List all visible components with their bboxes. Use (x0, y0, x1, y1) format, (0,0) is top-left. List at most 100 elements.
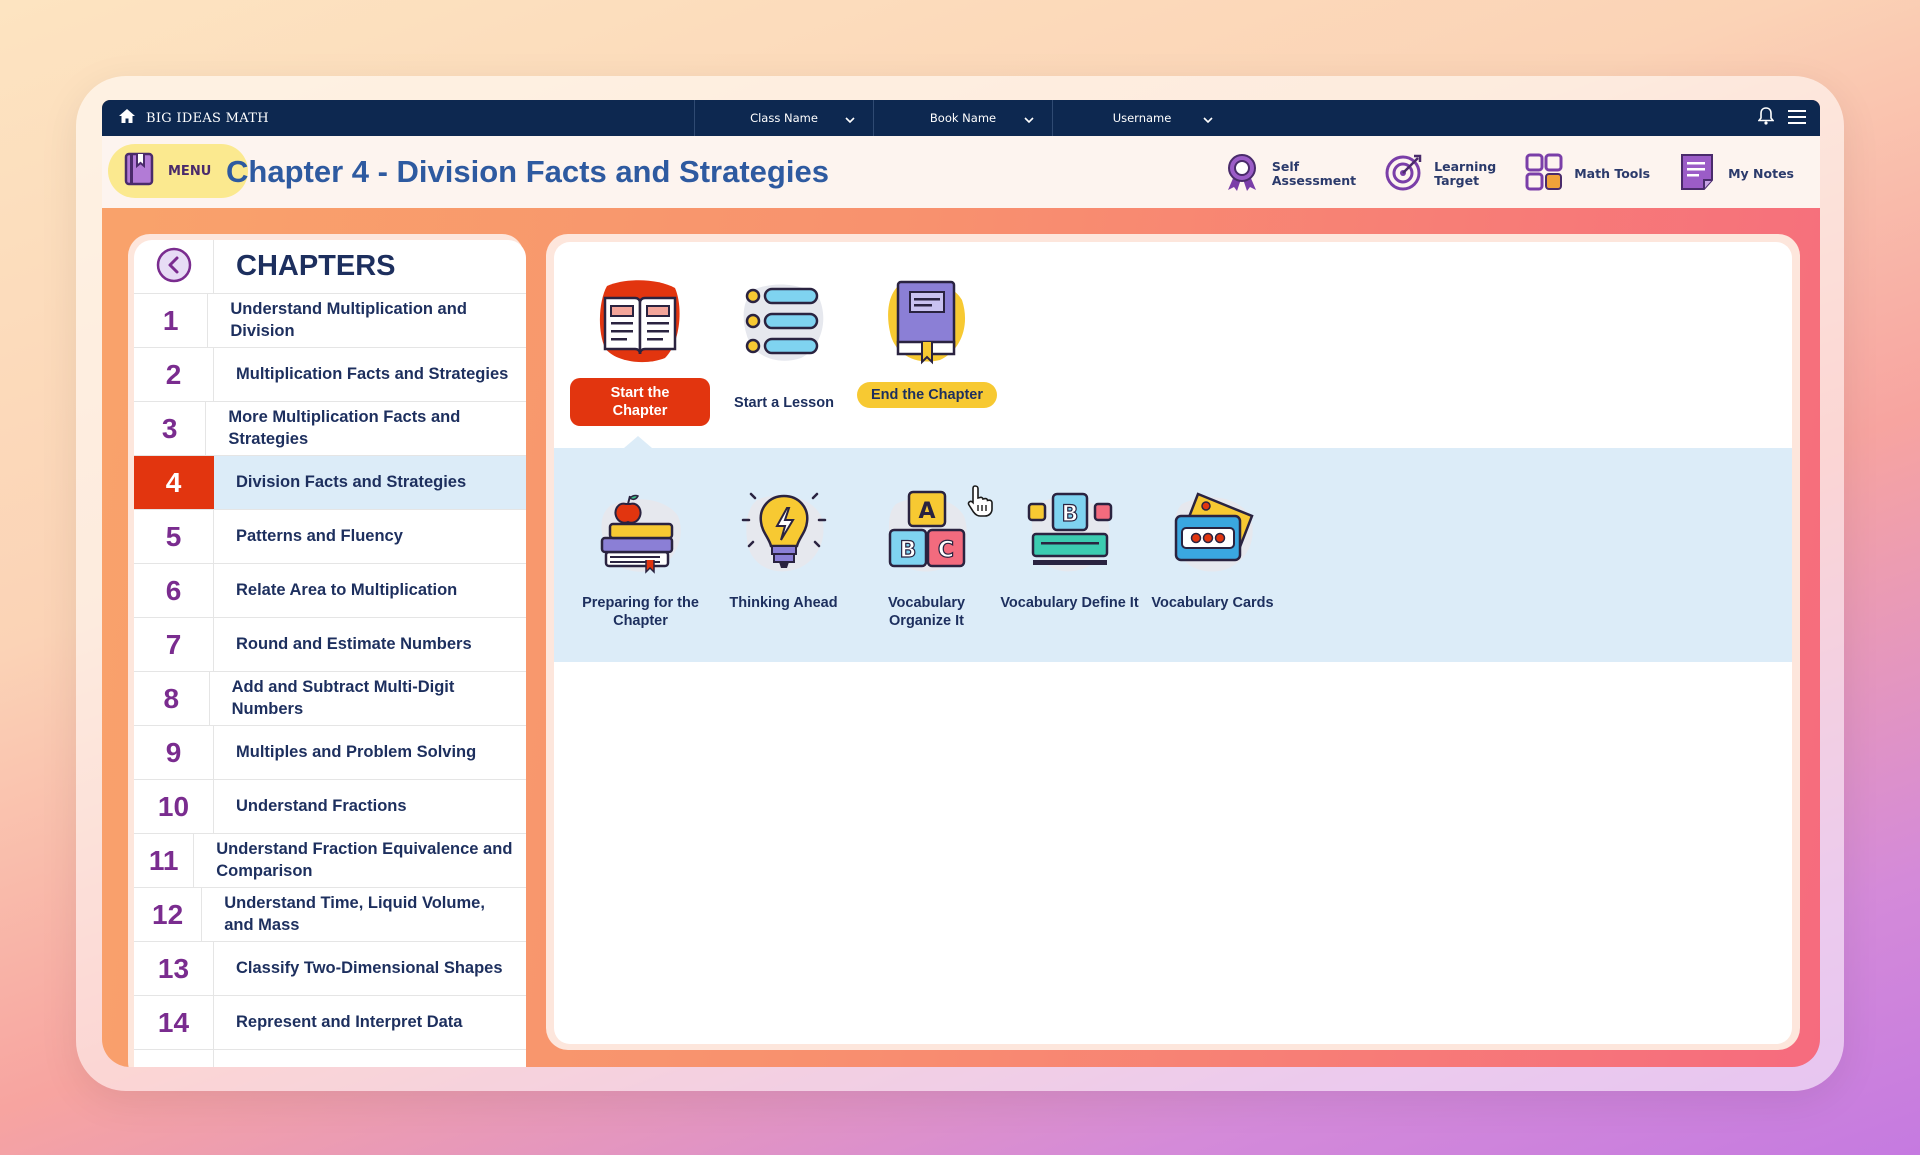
chapter-item-9[interactable]: 9 Multiples and Problem Solving (134, 726, 526, 780)
notes-icon (1678, 152, 1718, 196)
chapter-label: Represent and Interpret Data (236, 1012, 463, 1031)
chapter-label: Understand Time, Liquid Volume, and Mass (224, 894, 485, 934)
chapter-item-11[interactable]: 11 Understand Fraction Equivalence and Co… (134, 834, 526, 888)
chevron-down-icon (1203, 113, 1213, 127)
app-screen: BIG IDEAS MATH Class Name Book Name User… (102, 100, 1820, 1067)
chapters-list: CHAPTERS 1 Understand Multiplication and … (134, 240, 526, 1067)
chapter-item-14[interactable]: 14 Represent and Interpret Data (134, 996, 526, 1050)
top-bar: BIG IDEAS MATH Class Name Book Name User… (102, 100, 1820, 136)
class-name-dropdown[interactable]: Class Name (694, 100, 873, 136)
chapter-item-2[interactable]: 2 Multiplication Facts and Strategies (134, 348, 526, 402)
thinking-ahead-item[interactable]: Thinking Ahead (712, 486, 855, 612)
chapter-number: 3 (134, 402, 207, 455)
chapter-sections: Start the Chapter Start a Lesson End the… (554, 242, 1792, 448)
chapter-header: MENU Chapter 4 - Division Facts and Stra… (102, 136, 1820, 208)
cards-icon (1168, 486, 1258, 576)
chapter-number: 14 (134, 996, 214, 1049)
preparing-for-the-chapter-item[interactable]: Preparing for the Chapter (569, 486, 712, 630)
chapter-number: 11 (134, 834, 195, 887)
learning-target-label-2: Target (1434, 173, 1480, 188)
target-icon (1384, 152, 1424, 196)
lightbulb-icon (739, 486, 829, 576)
svg-text:B: B (899, 538, 916, 563)
define-block-icon: B (1025, 486, 1115, 576)
hamburger-menu-icon[interactable] (1788, 109, 1806, 128)
chapter-number: 5 (134, 510, 214, 563)
content-card: Start the Chapter Start a Lesson End the… (554, 242, 1792, 1044)
chapter-label: Patterns and Fluency (236, 526, 403, 545)
chapter-item-3[interactable]: 3 More Multiplication Facts and Strategie… (134, 402, 526, 456)
chapter-item-1[interactable]: 1 Understand Multiplication and Division (134, 294, 526, 348)
chevron-down-icon (845, 113, 855, 127)
chapter-label: Add and Subtract Multi-Digit Numbers (231, 678, 455, 718)
back-button[interactable] (134, 240, 214, 293)
book-name-dropdown[interactable]: Book Name (873, 100, 1052, 136)
chevron-down-icon (1024, 113, 1034, 127)
chapter-item-10[interactable]: 10 Understand Fractions (134, 780, 526, 834)
chapter-number: 7 (134, 618, 214, 671)
chapters-title: CHAPTERS (236, 250, 396, 282)
abc-blocks-icon: A B C (882, 486, 972, 576)
chapter-label: More Multiplication Facts and Strategies (228, 408, 461, 448)
chapter-number: 6 (134, 564, 214, 617)
chapter-label: Classify Two-Dimensional Shapes (236, 958, 503, 977)
self-assessment-label-2: Assessment (1271, 173, 1357, 188)
start-the-chapter-label: Start the Chapter (570, 378, 710, 427)
chapter-item-6[interactable]: 6 Relate Area to Multiplication (134, 564, 526, 618)
chapter-resources: Preparing for the Chapter Thinking Ahead… (554, 436, 1792, 662)
brand[interactable]: BIG IDEAS MATH (102, 108, 694, 128)
chapter-content-panel: Start the Chapter Start a Lesson End the… (546, 234, 1800, 1050)
chapter-item-8[interactable]: 8 Add and Subtract Multi-Digit Numbers (134, 672, 526, 726)
start-a-lesson-label: Start a Lesson (734, 395, 834, 411)
chapter-item-5[interactable]: 5 Patterns and Fluency (134, 510, 526, 564)
chapter-number: 8 (134, 672, 210, 725)
chevron-left-icon (156, 247, 192, 287)
ribbon-badge-icon (1222, 152, 1262, 196)
books-apple-icon (596, 486, 686, 576)
username-dropdown[interactable]: Username (1052, 100, 1231, 136)
chapter-label: Division Facts and Strategies (236, 472, 467, 491)
self-assessment-button[interactable]: Self Assessment (1222, 152, 1356, 196)
end-the-chapter-item[interactable]: End the Chapter (857, 276, 997, 408)
tool-bar: Self Assessment Learning Target Math Tools… (1222, 152, 1794, 196)
chapter-item-12[interactable]: 12 Understand Time, Liquid Volume, and Ma… (134, 888, 526, 942)
chapter-item-15[interactable]: 15Find Perimeter and Area (134, 1050, 526, 1067)
my-notes-button[interactable]: My Notes (1678, 152, 1794, 196)
chapter-label: Relate Area to Multiplication (236, 580, 458, 599)
chapter-number: 1 (134, 294, 209, 347)
start-the-chapter-item[interactable]: Start the Chapter (570, 276, 710, 427)
chapter-label: Understand Fractions (236, 796, 407, 815)
start-a-lesson-item[interactable]: Start a Lesson (714, 276, 854, 412)
grid-tools-icon (1524, 152, 1564, 196)
chapter-item-13[interactable]: 13 Classify Two-Dimensional Shapes (134, 942, 526, 996)
preparing-for-the-chapter-label: Preparing for the Chapter (582, 595, 699, 630)
vocabulary-define-it-item[interactable]: B Vocabulary Define It (998, 486, 1141, 612)
chapter-number: 13 (134, 942, 214, 995)
learning-target-label-1: Learning (1434, 159, 1497, 175)
learning-target-button[interactable]: Learning Target (1384, 152, 1496, 196)
vocabulary-cards-label: Vocabulary Cards (1151, 595, 1274, 611)
chapters-sidebar: CHAPTERS 1 Understand Multiplication and … (128, 234, 526, 1067)
chapter-label: Understand Multiplication and Division (230, 300, 467, 340)
bookmark-book-icon (124, 152, 154, 190)
chapter-number: 12 (134, 888, 203, 941)
closed-book-icon (882, 276, 972, 366)
math-tools-button[interactable]: Math Tools (1524, 152, 1650, 196)
menu-label: MENU (168, 163, 212, 179)
bell-icon[interactable] (1757, 107, 1775, 129)
chapter-number: 4 (134, 456, 214, 509)
vocabulary-cards-item[interactable]: Vocabulary Cards (1141, 486, 1284, 612)
class-name-label: Class Name (750, 111, 818, 125)
page-title: Chapter 4 - Division Facts and Strategie… (226, 154, 829, 189)
brand-name: BIG IDEAS MATH (146, 110, 269, 126)
thinking-ahead-label: Thinking Ahead (729, 595, 838, 611)
chapter-number: 2 (134, 348, 214, 401)
self-assessment-label-1: Self (1271, 159, 1300, 175)
chapter-label: Understand Fraction Equivalence and Comp… (216, 840, 513, 880)
chapter-item-7[interactable]: 7 Round and Estimate Numbers (134, 618, 526, 672)
username-label: Username (1112, 111, 1172, 125)
math-tools-label: Math Tools (1574, 166, 1651, 182)
chapter-item-4[interactable]: 4 Division Facts and Strategies (134, 456, 526, 510)
home-icon[interactable] (118, 108, 136, 128)
chapter-label: Multiples and Problem Solving (236, 742, 477, 761)
